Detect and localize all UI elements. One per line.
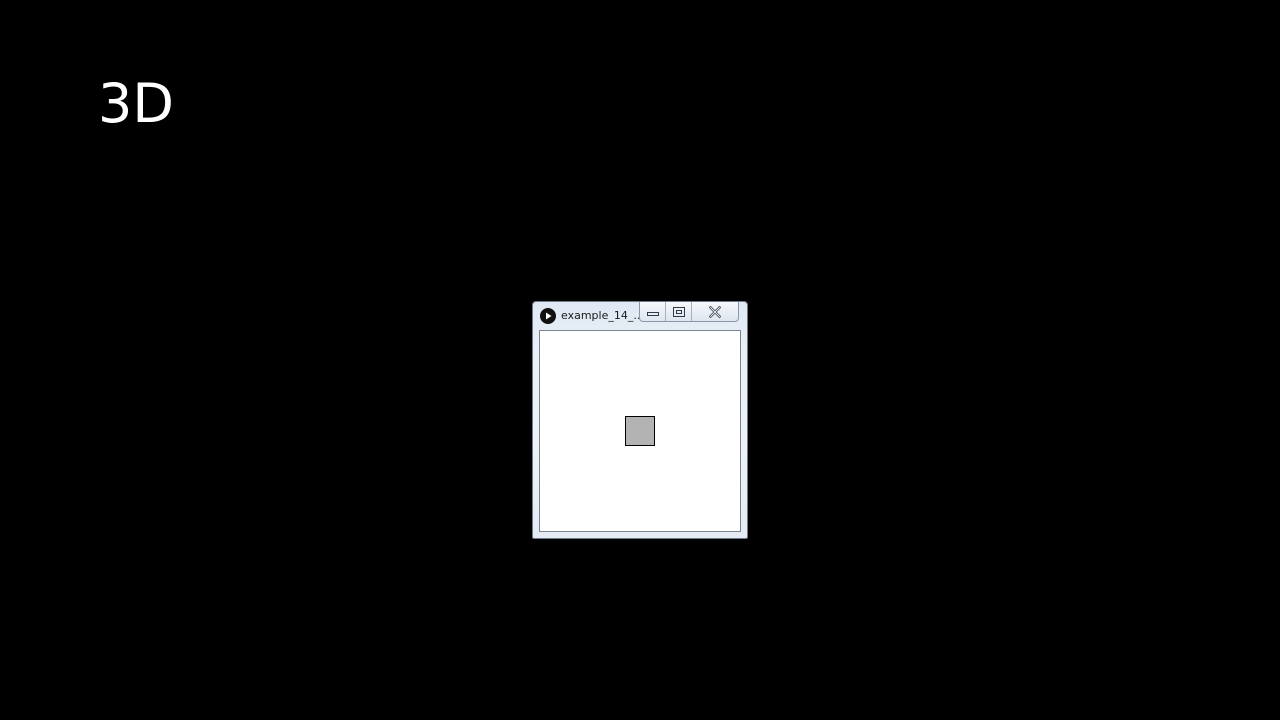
close-button[interactable]: [692, 302, 738, 321]
sketch-canvas[interactable]: [539, 330, 741, 532]
play-icon: [540, 308, 556, 324]
presentation-slide: 3D example_14_...: [0, 0, 1280, 720]
maximize-button[interactable]: [666, 302, 692, 321]
minimize-button[interactable]: [640, 302, 666, 321]
minimize-icon: [646, 307, 660, 317]
gray-box: [625, 416, 655, 446]
close-icon: [708, 305, 722, 318]
sketch-window[interactable]: example_14_...: [532, 301, 748, 539]
window-title: example_14_...: [561, 309, 643, 322]
caption-buttons: [639, 302, 739, 322]
maximize-icon: [672, 306, 686, 318]
window-titlebar[interactable]: example_14_...: [533, 302, 747, 330]
slide-title: 3D: [98, 72, 174, 135]
